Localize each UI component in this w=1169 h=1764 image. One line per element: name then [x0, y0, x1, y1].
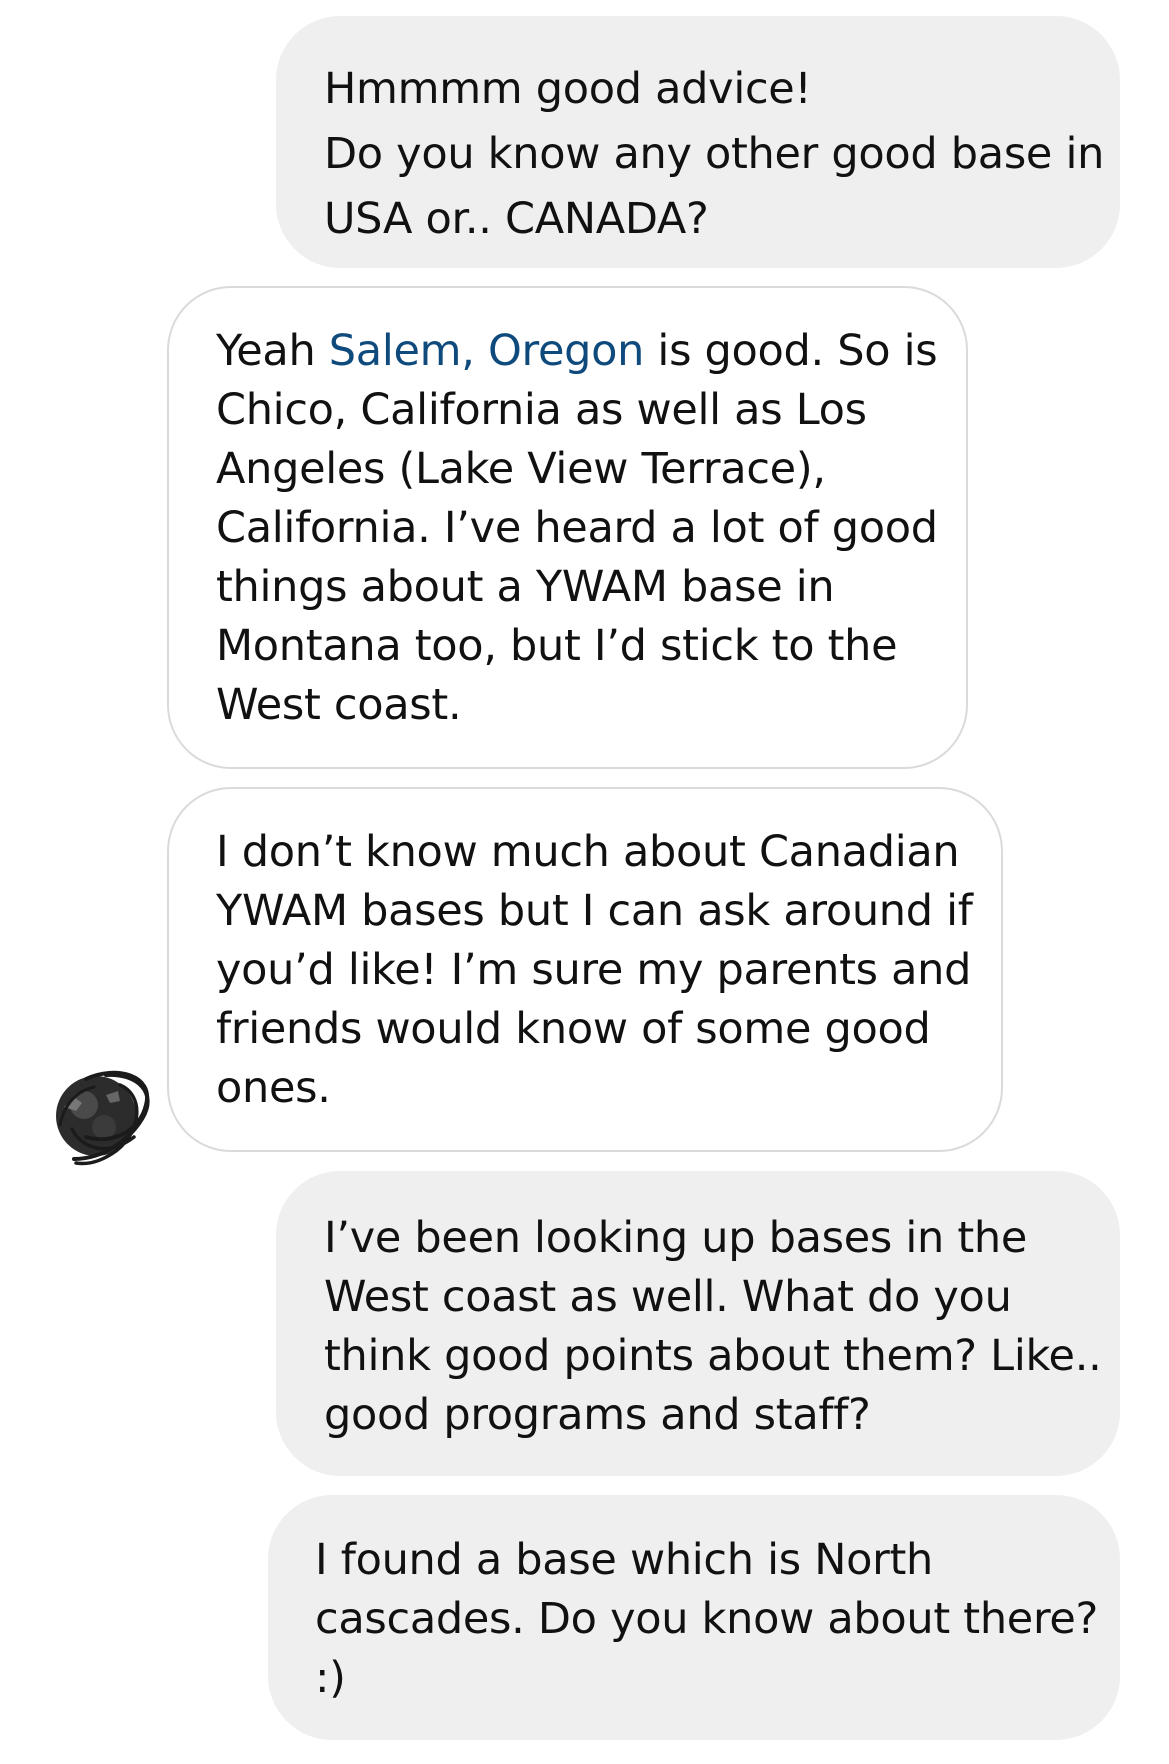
message-text-line: I found a base which is North — [315, 1535, 933, 1585]
message-text-line: you’d like! I’m sure my parents and — [216, 945, 972, 995]
message-text-line: West coast. — [216, 680, 462, 730]
message-text-line: ones. — [216, 1063, 331, 1113]
message-text-line: Chico, California as well as Los — [216, 385, 867, 435]
message-text-line: friends would know of some good — [216, 1004, 931, 1054]
message-text-line: West coast as well. What do you — [324, 1272, 1012, 1322]
message-text-line: :) — [315, 1653, 346, 1703]
received-message-bubble[interactable]: Yeah Salem, Oregon is good. So is Chico,… — [167, 286, 968, 769]
location-link[interactable]: Salem, Oregon — [329, 326, 645, 376]
message-text-line: Do you know any other good base in — [324, 129, 1105, 179]
message-text-line: cascades. Do you know about there? — [315, 1594, 1099, 1644]
message-text-line: YWAM bases but I can ask around if — [216, 886, 973, 936]
message-text-line: I’ve been looking up bases in the — [324, 1213, 1028, 1263]
message-text-line: Montana too, but I’d stick to the — [216, 621, 898, 671]
message-text-line: California. I’ve heard a lot of good — [216, 503, 938, 553]
message-text-line: think good points about them? Like.. — [324, 1331, 1102, 1381]
message-text-line: Angeles (Lake View Terrace), — [216, 444, 826, 494]
message-text-segment: is good. So is — [644, 326, 938, 376]
sent-message-bubble[interactable]: Hmmmm good advice! Do you know any other… — [276, 16, 1120, 268]
sender-avatar[interactable] — [46, 1065, 158, 1177]
sent-message-bubble[interactable]: I’ve been looking up bases in the West c… — [276, 1171, 1120, 1476]
message-text-line: Hmmmm good advice! — [324, 64, 812, 114]
message-text-line: good programs and staff? — [324, 1390, 871, 1440]
message-text-line: things about a YWAM base in — [216, 562, 835, 612]
sent-message-bubble[interactable]: I found a base which is North cascades. … — [268, 1495, 1120, 1740]
message-text-line: I don’t know much about Canadian — [216, 827, 960, 877]
message-text-line: Yeah Salem, Oregon is good. So is — [216, 322, 966, 381]
message-text-line: USA or.. CANADA? — [324, 194, 709, 244]
received-message-bubble[interactable]: I don’t know much about Canadian YWAM ba… — [167, 787, 1003, 1152]
scribbled-profile-avatar-icon — [56, 1070, 150, 1166]
message-text-segment: Yeah — [216, 326, 329, 376]
